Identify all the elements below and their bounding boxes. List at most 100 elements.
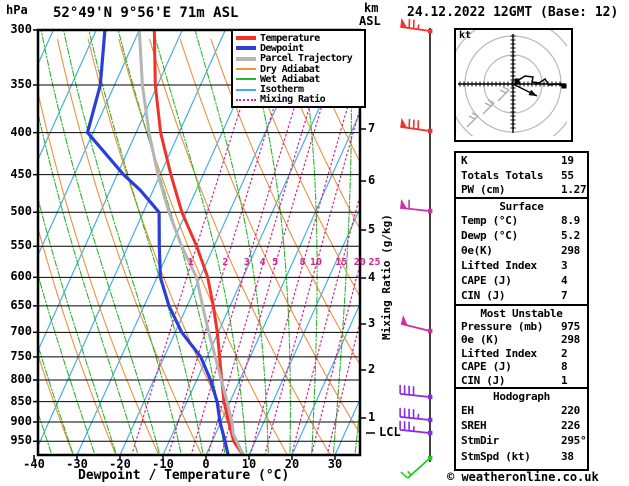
row-label: Dewp (°C)	[461, 229, 518, 242]
row-value: 298	[561, 333, 580, 347]
mixing-ratio-line-label: 20	[353, 257, 366, 268]
row-label: CIN (J)	[461, 289, 506, 302]
legend-line-sample	[236, 68, 256, 71]
pressure-tick-label: 850	[10, 393, 32, 408]
row-label: Totals Totals	[461, 168, 544, 182]
surface-panel: Surface Temp (°C) 8.9 Dewp (°C) 5.2 θe(K) 298…	[454, 197, 589, 309]
km-unit-label: km	[364, 1, 379, 15]
hodograph-panel: kt	[454, 28, 573, 142]
x-axis-label: Dewpoint / Temperature (°C)	[78, 468, 290, 483]
row-label: StmDir	[461, 434, 499, 448]
dewpoint-curve	[85, 30, 230, 455]
table-row: CIN (J) 1	[461, 374, 587, 387]
temp-tick-label: -30	[66, 457, 88, 471]
km-tick-label: 1	[368, 410, 376, 424]
temp-tick-label: 20	[284, 457, 300, 471]
table-row: StmSpd (kt) 38	[461, 449, 587, 464]
pressure-tick-label: 350	[10, 77, 32, 91]
mixing-ratio-line-label: 2	[222, 257, 229, 268]
row-value: 55	[561, 168, 574, 182]
hodograph-unit-label: kt	[459, 30, 472, 41]
pressure-unit-label: hPa	[6, 3, 28, 17]
temp-tick-label: -40	[23, 457, 45, 471]
row-label: PW (cm)	[461, 183, 506, 197]
legend-line-sample	[236, 56, 256, 61]
table-row: Dewp (°C) 5.2	[461, 228, 587, 243]
pressure-tick-label: 400	[10, 124, 32, 139]
pressure-tick-label: 450	[10, 166, 32, 181]
hodograph-stats-panel: Hodograph EH 220 SREH 226 StmDir 295° StmSpd (…	[454, 387, 589, 471]
legend-item-mixing-ratio: Mixing Ratio	[236, 94, 364, 106]
stability-indices-panel: K 19 Totals Totals 55 PW (cm) 1.27	[454, 151, 589, 202]
temp-tick-label: 30	[327, 457, 343, 471]
row-label: StmSpd (kt)	[461, 449, 531, 463]
hodograph-stats-title: Hodograph	[493, 390, 550, 403]
legend-box: Temperature Dewpoint Parcel Trajectory Dry …	[231, 29, 366, 109]
legend-line-sample	[236, 36, 256, 41]
km-tick-label: 5	[368, 222, 376, 236]
hodograph-plot	[456, 30, 567, 136]
row-label: Lifted Index	[461, 346, 537, 360]
table-row: θe (K) 298	[461, 333, 587, 346]
table-row: K 19	[461, 154, 587, 169]
legend-line-sample	[236, 98, 256, 101]
row-value: 7	[561, 289, 568, 302]
km-tick-label: 2	[368, 362, 376, 376]
row-value: 3	[561, 259, 568, 272]
row-value: 8	[561, 360, 568, 374]
temp-tick-label: -20	[109, 457, 131, 471]
table-row: StmDir 295°	[461, 433, 587, 448]
legend-item-label: Mixing Ratio	[260, 94, 326, 106]
mixing-ratio-axis-label: Mixing Ratio (g/kg)	[380, 214, 393, 340]
pressure-tick-label: 600	[10, 269, 32, 284]
asl-unit-label: ASL	[359, 14, 381, 28]
table-row: Pressure (mb) 975	[461, 320, 587, 333]
legend-item-parcel-trajectory: Parcel Trajectory	[236, 53, 364, 64]
pressure-tick-label: 300	[10, 22, 32, 36]
temp-tick-label: 0	[202, 457, 210, 471]
row-value: 1.27	[561, 183, 587, 197]
surface-panel-title: Surface	[499, 200, 544, 213]
row-label: SREH	[461, 419, 487, 433]
table-row: θe(K) 298	[461, 243, 587, 258]
row-value: 298	[561, 244, 580, 257]
most-unstable-panel: Most Unstable Pressure (mb) 975 θe (K) 298 L…	[454, 304, 589, 392]
legend-line-sample	[236, 88, 256, 91]
pressure-tick-label: 700	[10, 324, 32, 339]
row-value: 38	[561, 449, 574, 463]
row-value: 19	[561, 154, 574, 167]
table-row: SREH 226	[461, 418, 587, 433]
row-label: θe (K)	[461, 333, 499, 347]
table-row: EH 220	[461, 403, 587, 418]
km-tick-label: 4	[368, 270, 376, 284]
most-unstable-panel-title: Most Unstable	[480, 307, 563, 320]
temp-tick-label: 10	[241, 457, 257, 471]
lcl-label: LCL	[379, 425, 401, 439]
row-label: Temp (°C)	[461, 214, 518, 227]
copyright-credit: © weatheronline.co.uk	[447, 470, 599, 484]
table-row: Lifted Index 3	[461, 258, 587, 273]
row-label: EH	[461, 404, 474, 417]
row-value: 8.9	[561, 214, 580, 227]
mixing-ratio-line-label: 10	[310, 257, 323, 268]
table-row: CAPE (J) 8	[461, 360, 587, 373]
row-label: CIN (J)	[461, 373, 506, 387]
mixing-ratio-line-label: 3	[243, 257, 250, 268]
pressure-tick-label: 550	[10, 238, 32, 253]
row-label: θe(K)	[461, 244, 493, 257]
table-row: PW (cm) 1.27	[461, 183, 587, 198]
table-row: Totals Totals 55	[461, 169, 587, 184]
pressure-tick-label: 900	[10, 413, 32, 428]
row-value: 226	[561, 419, 580, 433]
km-tick-label: 6	[368, 173, 376, 187]
row-label: CAPE (J)	[461, 360, 512, 374]
table-row: Lifted Index 2	[461, 347, 587, 360]
legend-line-sample	[236, 78, 256, 81]
row-label: Pressure (mb)	[461, 320, 544, 333]
datetime-label: 24.12.2022 12GMT (Base: 12)	[407, 5, 619, 20]
mixing-ratio-line-label: 15	[335, 257, 348, 268]
wind-barb-column	[399, 17, 433, 479]
km-tick-label: 7	[368, 121, 376, 135]
pressure-tick-label: 500	[10, 204, 32, 219]
row-value: 220	[561, 404, 580, 417]
